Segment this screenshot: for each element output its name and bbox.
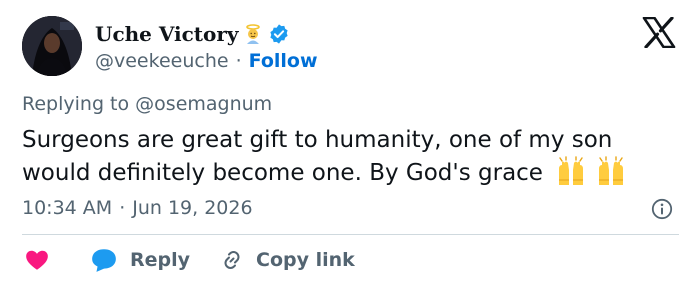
info-icon[interactable] [651, 198, 673, 220]
replying-to-prefix: Replying to [22, 93, 130, 115]
timestamp-row: 10:34 AM · Jun 19, 2026 [22, 197, 253, 219]
separator-dot: · [235, 50, 242, 72]
author-name-row: Uche Victory [95, 20, 290, 48]
follow-button[interactable]: Follow [249, 50, 318, 72]
raising-hands-emoji-icon [596, 156, 626, 186]
verified-badge-icon [268, 23, 290, 45]
reply-button[interactable]: Reply [90, 247, 190, 273]
tweet-text: Surgeons are great gift to humanity, one… [22, 125, 687, 189]
tweet-time[interactable]: 10:34 AM [22, 197, 112, 219]
raising-hands-emoji-icon [556, 156, 586, 186]
action-bar: Reply Copy link [22, 245, 355, 275]
link-icon [224, 251, 240, 269]
divider [22, 234, 679, 235]
speech-bubble-icon [92, 249, 116, 272]
copy-link-label: Copy link [256, 249, 355, 271]
heart-icon [26, 250, 48, 270]
handle-row: @veekeeuche · Follow [95, 49, 318, 73]
angel-emoji-icon [242, 23, 264, 45]
tweet-card: Uche Victory @veekeeuche · Follow Replyi… [0, 0, 700, 287]
avatar[interactable] [22, 16, 82, 76]
tweet-date[interactable]: Jun 19, 2026 [132, 197, 252, 219]
x-logo-icon[interactable] [642, 16, 676, 49]
reply-label: Reply [130, 249, 191, 271]
replying-to-handle[interactable]: @osemagnum [135, 93, 272, 115]
author-name[interactable]: Uche Victory [95, 22, 239, 46]
tweet-body: Surgeons are great gift to humanity, one… [22, 127, 613, 186]
copy-link-button[interactable]: Copy link [220, 248, 355, 272]
replying-to: Replying to @osemagnum [22, 93, 272, 115]
author-handle[interactable]: @veekeeuche [95, 50, 229, 72]
separator-dot: · [119, 197, 126, 219]
like-button[interactable] [22, 245, 52, 275]
